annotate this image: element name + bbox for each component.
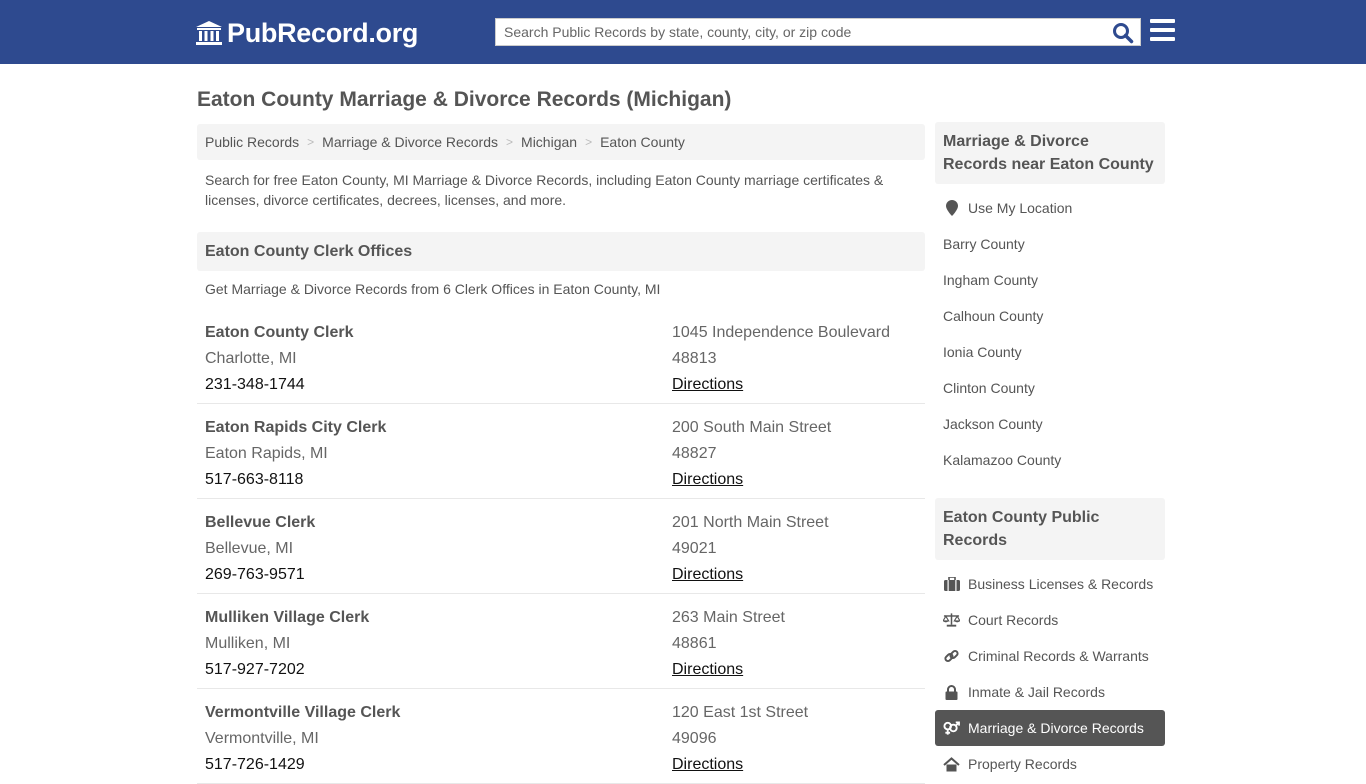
office-phone[interactable]: 269-763-9571	[205, 562, 315, 588]
nearby-county-link[interactable]: Calhoun County	[935, 298, 1165, 334]
breadcrumb-marriage-divorce[interactable]: Marriage & Divorce Records	[322, 134, 498, 150]
office-item: Eaton Rapids City Clerk Eaton Rapids, MI…	[197, 404, 925, 499]
offices-section-subtitle: Get Marriage & Divorce Records from 6 Cl…	[205, 281, 661, 297]
office-city: Vermontville, MI	[205, 730, 319, 747]
office-zip: 48827	[672, 445, 717, 462]
office-city: Mulliken, MI	[205, 635, 291, 652]
sidebar-item-property-records[interactable]: Property Records	[935, 746, 1165, 782]
office-item: Bellevue Clerk Bellevue, MI 269-763-9571…	[197, 499, 925, 594]
office-name: Eaton Rapids City Clerk	[205, 419, 387, 436]
sidebar-item-marriage-divorce[interactable]: Marriage & Divorce Records	[935, 710, 1165, 746]
nearby-county-link[interactable]: Kalamazoo County	[935, 442, 1165, 478]
nearby-county-link[interactable]: Barry County	[935, 226, 1165, 262]
directions-link[interactable]: Directions	[672, 566, 743, 583]
office-phone[interactable]: 517-663-8118	[205, 467, 386, 493]
breadcrumb-separator: >	[585, 135, 593, 149]
office-item: Eaton County Clerk Charlotte, MI 231-348…	[197, 309, 925, 404]
sidebar-item-label: Inmate & Jail Records	[968, 684, 1105, 700]
nearby-county-link[interactable]: Jackson County	[935, 406, 1165, 442]
logo-text: PubRecord.org	[227, 17, 419, 48]
briefcase-icon	[943, 576, 960, 592]
directions-link[interactable]: Directions	[672, 471, 743, 488]
genders-icon	[943, 720, 960, 736]
office-address: 201 North Main Street	[672, 514, 829, 531]
breadcrumb-public-records[interactable]: Public Records	[205, 134, 299, 150]
breadcrumb-separator: >	[506, 135, 514, 149]
directions-link[interactable]: Directions	[672, 661, 743, 678]
office-address: 200 South Main Street	[672, 419, 832, 436]
site-logo[interactable]: PubRecord.org	[195, 18, 418, 48]
breadcrumb-michigan[interactable]: Michigan	[521, 134, 577, 150]
office-name: Mulliken Village Clerk	[205, 609, 370, 626]
map-marker-icon	[943, 200, 960, 216]
office-city: Eaton Rapids, MI	[205, 445, 328, 462]
sidebar-item-inmate-records[interactable]: Inmate & Jail Records	[935, 674, 1165, 710]
link-icon	[943, 648, 960, 664]
scale-icon	[943, 612, 960, 628]
nearby-county-link[interactable]: Ingham County	[935, 262, 1165, 298]
sidebar-item-criminal-records[interactable]: Criminal Records & Warrants	[935, 638, 1165, 674]
office-address: 120 East 1st Street	[672, 704, 809, 721]
sidebar-item-business-licenses[interactable]: Business Licenses & Records	[935, 566, 1165, 602]
breadcrumb-separator: >	[307, 135, 315, 149]
hamburger-menu-icon[interactable]	[1150, 19, 1175, 43]
use-my-location-link[interactable]: Use My Location	[935, 190, 1165, 226]
nearby-county-link[interactable]: Clinton County	[935, 370, 1165, 406]
search-icon[interactable]	[1112, 22, 1134, 44]
use-my-location-label: Use My Location	[968, 200, 1073, 216]
office-zip: 48813	[672, 350, 717, 367]
courthouse-icon	[196, 21, 222, 45]
office-item: Vermontville Village Clerk Vermontville,…	[197, 689, 925, 784]
office-city: Charlotte, MI	[205, 350, 297, 367]
page-title: Eaton County Marriage & Divorce Records …	[197, 88, 732, 111]
office-item: Mulliken Village Clerk Mulliken, MI 517-…	[197, 594, 925, 689]
nearby-list: Use My Location Barry County Ingham Coun…	[935, 190, 1165, 478]
office-phone[interactable]: 517-726-1429	[205, 752, 400, 778]
office-city: Bellevue, MI	[205, 540, 294, 557]
office-name: Eaton County Clerk	[205, 324, 354, 341]
sidebar-item-label: Property Records	[968, 756, 1077, 772]
search-bar	[495, 18, 1141, 46]
office-zip: 48861	[672, 635, 717, 652]
directions-link[interactable]: Directions	[672, 376, 743, 393]
intro-text: Search for free Eaton County, MI Marriag…	[205, 172, 884, 208]
sidebar-item-label: Criminal Records & Warrants	[968, 648, 1149, 664]
sidebar-item-court-records[interactable]: Court Records	[935, 602, 1165, 638]
office-phone[interactable]: 231-348-1744	[205, 372, 353, 398]
public-records-section-title: Eaton County Public Records	[935, 498, 1165, 560]
breadcrumb-eaton-county[interactable]: Eaton County	[600, 134, 685, 150]
office-zip: 49096	[672, 730, 717, 747]
offices-section-title: Eaton County Clerk Offices	[197, 232, 925, 271]
office-address: 1045 Independence Boulevard	[672, 324, 890, 341]
office-name: Vermontville Village Clerk	[205, 704, 401, 721]
lock-icon	[943, 684, 960, 700]
home-icon	[943, 756, 960, 772]
sidebar-item-label: Marriage & Divorce Records	[968, 720, 1144, 736]
sidebar-item-label: Business Licenses & Records	[968, 576, 1154, 592]
office-phone[interactable]: 517-927-7202	[205, 657, 369, 683]
public-records-list: Business Licenses & Records Court Record…	[935, 566, 1165, 782]
sidebar-item-label: Court Records	[968, 612, 1059, 628]
office-list: Eaton County Clerk Charlotte, MI 231-348…	[197, 309, 925, 784]
nearby-section-title: Marriage & Divorce Records near Eaton Co…	[935, 122, 1165, 184]
office-address: 263 Main Street	[672, 609, 785, 626]
breadcrumb: Public Records > Marriage & Divorce Reco…	[197, 124, 925, 160]
office-zip: 49021	[672, 540, 717, 557]
directions-link[interactable]: Directions	[672, 756, 743, 773]
search-input[interactable]	[496, 19, 1096, 45]
top-navbar: PubRecord.org	[0, 0, 1366, 64]
office-name: Bellevue Clerk	[205, 514, 316, 531]
nearby-county-link[interactable]: Ionia County	[935, 334, 1165, 370]
sidebar: Marriage & Divorce Records near Eaton Co…	[935, 122, 1165, 782]
